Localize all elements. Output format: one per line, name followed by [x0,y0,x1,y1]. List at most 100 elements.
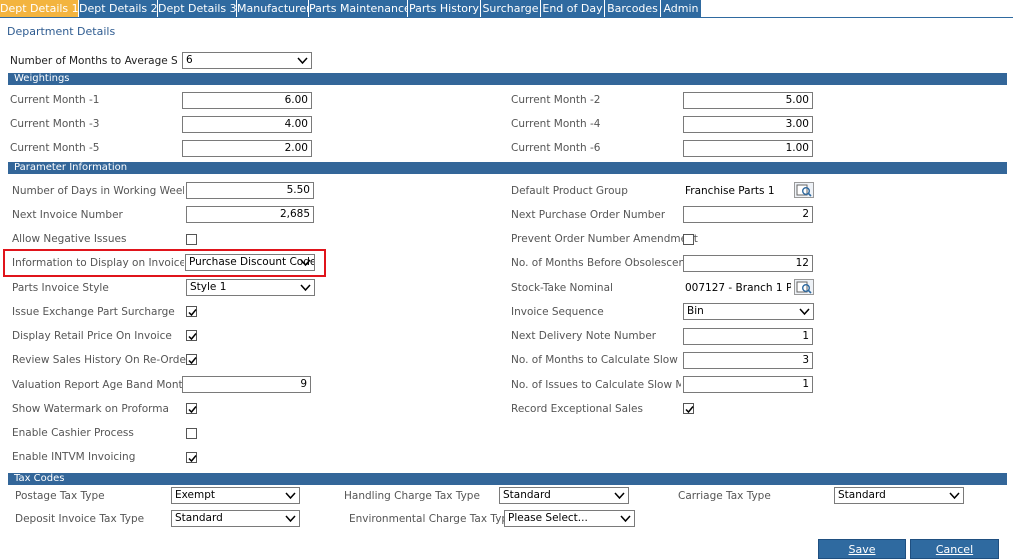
issue-exchange-label: Issue Exchange Part Surcharge [12,306,175,318]
tax-codes-header: Tax Codes [8,473,1007,485]
postage-tax-select[interactable]: Exempt [171,487,300,504]
weighting-label-3: Current Month -3 [10,118,100,130]
carriage-tax-label: Carriage Tax Type [678,490,771,502]
save-button[interactable]: Save [818,539,906,559]
invoice-style-label: Parts Invoice Style [12,282,109,294]
info-invoice-select[interactable]: Purchase Discount Code [185,254,315,271]
chevron-down-icon [300,282,311,293]
days-working-week-label: Number of Days in Working Week [12,185,184,197]
environmental-tax-value: Please Select... [508,512,588,524]
tab-barcodes[interactable]: Barcodes [605,0,661,17]
weighting-input-1[interactable]: 6.00 [182,92,312,109]
slow-issues-label: No. of Issues to Calculate Slow Mo... [511,379,681,391]
weighting-input-5[interactable]: 2.00 [182,140,312,157]
default-group-label: Default Product Group [511,185,628,197]
handling-tax-value: Standard [503,489,551,501]
review-sales-checkbox[interactable] [186,354,197,365]
prevent-order-checkbox[interactable] [683,234,694,245]
weighting-label-4: Current Month -4 [511,118,601,130]
slow-months-label: No. of Months to Calculate Slow M... [511,354,681,366]
tab-end-of-day[interactable]: End of Day [541,0,605,17]
retail-price-checkbox[interactable] [186,330,197,341]
weighting-input-3[interactable]: 4.00 [182,116,312,133]
invoice-sequence-value: Bin [687,305,704,317]
watermark-checkbox[interactable] [186,403,197,414]
cashier-label: Enable Cashier Process [12,427,134,439]
lookup-icon[interactable] [794,279,814,295]
weighting-label-1: Current Month -1 [10,94,100,106]
review-sales-label: Review Sales History On Re-Order [12,354,191,366]
tab-parts-history[interactable]: Parts History [408,0,481,17]
months-average-label: Number of Months to Average Sal... [10,55,178,67]
environmental-tax-select[interactable]: Please Select... [504,510,635,527]
next-invoice-input[interactable]: 2,685 [186,206,314,223]
next-po-label: Next Purchase Order Number [511,209,666,221]
invoice-style-value: Style 1 [190,281,227,293]
tab-bar: Dept Details 1 Dept Details 2 Dept Detai… [0,0,1013,18]
weighting-input-2[interactable]: 5.00 [683,92,813,109]
tab-parts-maintenance[interactable]: Parts Maintenance [309,0,408,17]
obsolescence-label: No. of Months Before Obsolescence [511,257,698,269]
slow-issues-input[interactable]: 1 [683,376,813,393]
carriage-tax-select[interactable]: Standard [834,487,964,504]
chevron-down-icon [799,306,810,317]
postage-tax-label: Postage Tax Type [15,490,105,502]
chevron-down-icon [620,513,631,524]
weighting-input-4[interactable]: 3.00 [683,116,813,133]
tab-dept-details-1[interactable]: Dept Details 1 [0,0,79,17]
days-working-week-input[interactable]: 5.50 [186,182,314,199]
retail-price-label: Display Retail Price On Invoice [12,330,172,342]
page-title: Department Details [7,25,116,38]
invoice-sequence-label: Invoice Sequence [511,306,604,318]
tab-manufacturer[interactable]: Manufacturer [237,0,309,17]
chevron-down-icon [614,490,625,501]
weighting-label-2: Current Month -2 [511,94,601,106]
allow-negative-label: Allow Negative Issues [12,233,127,245]
weighting-input-6[interactable]: 1.00 [683,140,813,157]
tab-dept-details-2[interactable]: Dept Details 2 [79,0,158,17]
next-po-input[interactable]: 2 [683,206,813,223]
issue-exchange-checkbox[interactable] [186,306,197,317]
stocktake-label: Stock-Take Nominal [511,282,613,294]
next-delivery-input[interactable]: 1 [683,328,813,345]
invoice-sequence-select[interactable]: Bin [683,303,814,320]
cashier-checkbox[interactable] [186,428,197,439]
chevron-down-icon [949,490,960,501]
postage-tax-value: Exempt [175,489,215,501]
chevron-down-icon [300,257,311,268]
deposit-tax-label: Deposit Invoice Tax Type [15,513,145,525]
handling-tax-select[interactable]: Standard [499,487,629,504]
months-average-select[interactable]: 6 [182,52,312,69]
chevron-down-icon [297,55,308,66]
exceptional-label: Record Exceptional Sales [511,403,643,415]
valuation-label: Valuation Report Age Band Month(s) [12,379,182,391]
tab-surcharge[interactable]: Surcharge [481,0,541,17]
info-invoice-label: Information to Display on Invoice [12,257,184,269]
carriage-tax-value: Standard [838,489,886,501]
intvm-checkbox[interactable] [186,452,197,463]
chevron-down-icon [285,513,296,524]
slow-months-input[interactable]: 3 [683,352,813,369]
tab-admin[interactable]: Admin [661,0,702,17]
obsolescence-input[interactable]: 12 [683,255,813,272]
cancel-button[interactable]: Cancel [910,539,999,559]
stocktake-value: 007127 - Branch 1 P... [685,282,791,294]
handling-tax-label: Handling Charge Tax Type [344,490,480,502]
exceptional-checkbox[interactable] [683,403,694,414]
next-delivery-label: Next Delivery Note Number [511,330,657,342]
allow-negative-checkbox[interactable] [186,234,197,245]
watermark-label: Show Watermark on Proforma [12,403,169,415]
lookup-icon[interactable] [794,182,814,198]
parameter-information-header: Parameter Information [8,162,1007,174]
deposit-tax-select[interactable]: Standard [171,510,300,527]
next-invoice-label: Next Invoice Number [12,209,123,221]
chevron-down-icon [285,490,296,501]
default-group-value: Franchise Parts 1 [685,185,775,197]
valuation-input[interactable]: 9 [182,376,311,393]
months-average-value: 6 [186,54,193,66]
info-invoice-value: Purchase Discount Code [189,256,315,268]
environmental-tax-label: Environmental Charge Tax Type [349,513,515,525]
weighting-label-6: Current Month -6 [511,142,601,154]
invoice-style-select[interactable]: Style 1 [186,279,315,296]
tab-dept-details-3[interactable]: Dept Details 3 [158,0,237,17]
